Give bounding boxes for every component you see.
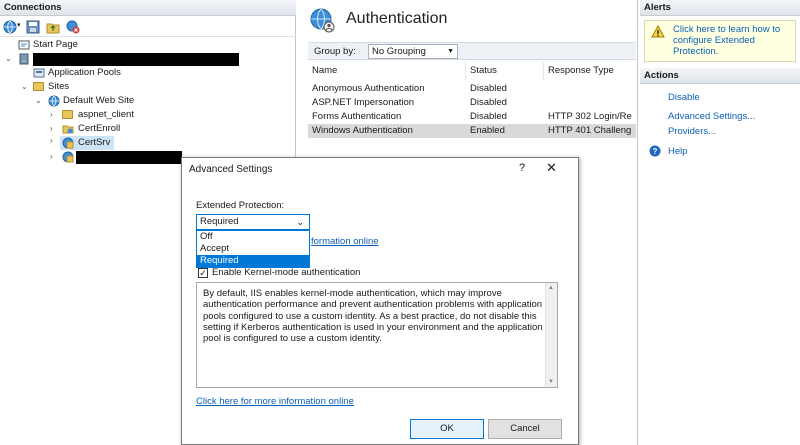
action-disable[interactable]: Disable [668, 92, 700, 103]
connections-toolbar: ▾ [0, 17, 296, 37]
dropdown-arrow-icon: ▼ [447, 48, 454, 55]
description-text: By default, IIS enables kernel-mode auth… [203, 288, 543, 345]
row-status: Disabled [470, 83, 507, 94]
folder-up-icon[interactable] [46, 20, 60, 34]
cancel-button[interactable]: Cancel [488, 419, 562, 439]
connections-header: Connections [0, 0, 296, 16]
web-app-icon [62, 151, 74, 163]
kernel-mode-checkbox[interactable]: ✓ [198, 268, 208, 278]
tree-item-certsrv[interactable]: CertSrv [60, 136, 114, 150]
description-scrollbar[interactable]: ▲ ▼ [545, 283, 557, 387]
tree-label: Default Web Site [63, 95, 135, 106]
collapse-icon[interactable]: ⌄ [5, 52, 12, 66]
server-icon [18, 53, 30, 65]
column-header-name[interactable]: Name [308, 62, 466, 80]
svg-text:?: ? [653, 147, 658, 156]
collapse-icon[interactable]: ⌄ [21, 80, 28, 94]
redacted-server-name [33, 53, 239, 66]
extended-protection-value: Required [200, 216, 239, 227]
row-status: Disabled [470, 111, 507, 122]
kernel-mode-label: Enable Kernel-mode authentication [212, 267, 361, 278]
expand-icon[interactable]: › [50, 122, 53, 136]
tree-label: Sites [48, 81, 70, 92]
tree-item-server[interactable]: ⌄ [0, 52, 296, 66]
tree-item-start-page[interactable]: Start Page [0, 38, 296, 52]
chevron-down-icon: ⌄ [296, 217, 304, 227]
action-providers[interactable]: Providers... [668, 126, 716, 137]
tree-label: Application Pools [48, 67, 121, 78]
app-pools-icon [33, 67, 45, 79]
row-response: HTTP 302 Login/Re [548, 111, 632, 122]
dialog-close-button[interactable]: ✕ [546, 160, 557, 176]
extended-protection-alert-link[interactable]: Click here to learn how to configure Ext… [673, 24, 793, 57]
tree-label: aspnet_client [78, 109, 134, 120]
expand-icon[interactable]: › [50, 136, 53, 145]
column-header-response-type[interactable]: Response Type [544, 62, 636, 80]
action-advanced-settings[interactable]: Advanced Settings... [668, 111, 755, 122]
authentication-icon [310, 8, 336, 37]
save-icon[interactable] [26, 20, 40, 34]
group-by-label: Group by: [314, 46, 356, 57]
row-status: Enabled [470, 125, 505, 136]
dialog-help-button[interactable]: ? [519, 162, 525, 174]
tree-item-default-web-site[interactable]: ⌄ Default Web Site [0, 94, 296, 108]
group-by-select[interactable]: No Grouping ▼ [368, 44, 458, 59]
option-off[interactable]: Off [197, 231, 309, 243]
ok-button[interactable]: OK [410, 419, 484, 439]
description-box: By default, IIS enables kernel-mode auth… [196, 282, 558, 388]
expand-icon[interactable]: › [50, 150, 53, 164]
dialog-title: Advanced Settings [189, 164, 273, 175]
info-link-partial[interactable]: formation online [311, 236, 379, 247]
disconnect-icon[interactable] [66, 20, 80, 34]
tree-label: CertEnroll [78, 123, 121, 134]
alerts-header: Alerts [640, 0, 800, 16]
row-name: ASP.NET Impersonation [312, 97, 415, 108]
column-header-status[interactable]: Status [466, 62, 544, 80]
dropdown-arrow-icon[interactable]: ▾ [17, 21, 21, 29]
virtual-directory-icon [62, 123, 74, 135]
extended-protection-label: Extended Protection: [196, 200, 285, 211]
globe-connect-icon[interactable] [3, 20, 17, 34]
extended-protection-options: Off Accept Required [196, 230, 310, 268]
warning-icon [651, 24, 665, 41]
tree-item-certenroll[interactable]: › CertEnroll [0, 122, 296, 136]
folder-icon [62, 110, 73, 119]
extended-protection-select[interactable]: Required ⌄ [196, 214, 310, 230]
tree-item-sites[interactable]: ⌄ Sites [0, 80, 296, 94]
tree-item-application-pools[interactable]: Application Pools [0, 66, 296, 80]
tree-label: Start Page [33, 39, 78, 50]
web-app-icon [62, 137, 74, 149]
actions-pane: Alerts Click here to learn how to config… [640, 0, 800, 445]
folder-icon [33, 82, 44, 91]
row-name: Anonymous Authentication [312, 83, 425, 94]
tree-label: CertSrv [78, 137, 111, 148]
alert-box: Click here to learn how to configure Ext… [644, 20, 796, 62]
help-icon[interactable]: ? [649, 145, 661, 160]
row-response: HTTP 401 Challeng [548, 125, 632, 136]
advanced-settings-dialog: Advanced Settings ? ✕ Extended Protectio… [181, 157, 579, 445]
globe-icon [48, 95, 60, 107]
scroll-up-icon[interactable]: ▲ [548, 285, 554, 291]
table-row-selected[interactable]: Windows Authentication Enabled HTTP 401 … [308, 124, 636, 138]
more-info-link[interactable]: Click here for more information online [196, 396, 354, 407]
collapse-icon[interactable]: ⌄ [35, 94, 42, 108]
row-name: Windows Authentication [312, 125, 413, 136]
option-required[interactable]: Required [197, 255, 309, 267]
start-page-icon [18, 39, 30, 51]
option-accept[interactable]: Accept [197, 243, 309, 255]
action-help[interactable]: Help [668, 146, 688, 157]
row-status: Disabled [470, 97, 507, 108]
tree-item-aspnet-client[interactable]: › aspnet_client [0, 108, 296, 122]
expand-icon[interactable]: › [50, 108, 53, 122]
redacted-site-name [76, 151, 182, 164]
group-by-value: No Grouping [372, 46, 426, 57]
group-by-bar: Group by: No Grouping ▼ [308, 42, 636, 60]
table-row[interactable]: Anonymous Authentication Disabled [308, 82, 636, 96]
row-name: Forms Authentication [312, 111, 402, 122]
table-row[interactable]: ASP.NET Impersonation Disabled [308, 96, 636, 110]
scroll-down-icon[interactable]: ▼ [548, 379, 554, 385]
table-row[interactable]: Forms Authentication Disabled HTTP 302 L… [308, 110, 636, 124]
page-title: Authentication [346, 10, 448, 27]
actions-header: Actions [640, 68, 800, 84]
